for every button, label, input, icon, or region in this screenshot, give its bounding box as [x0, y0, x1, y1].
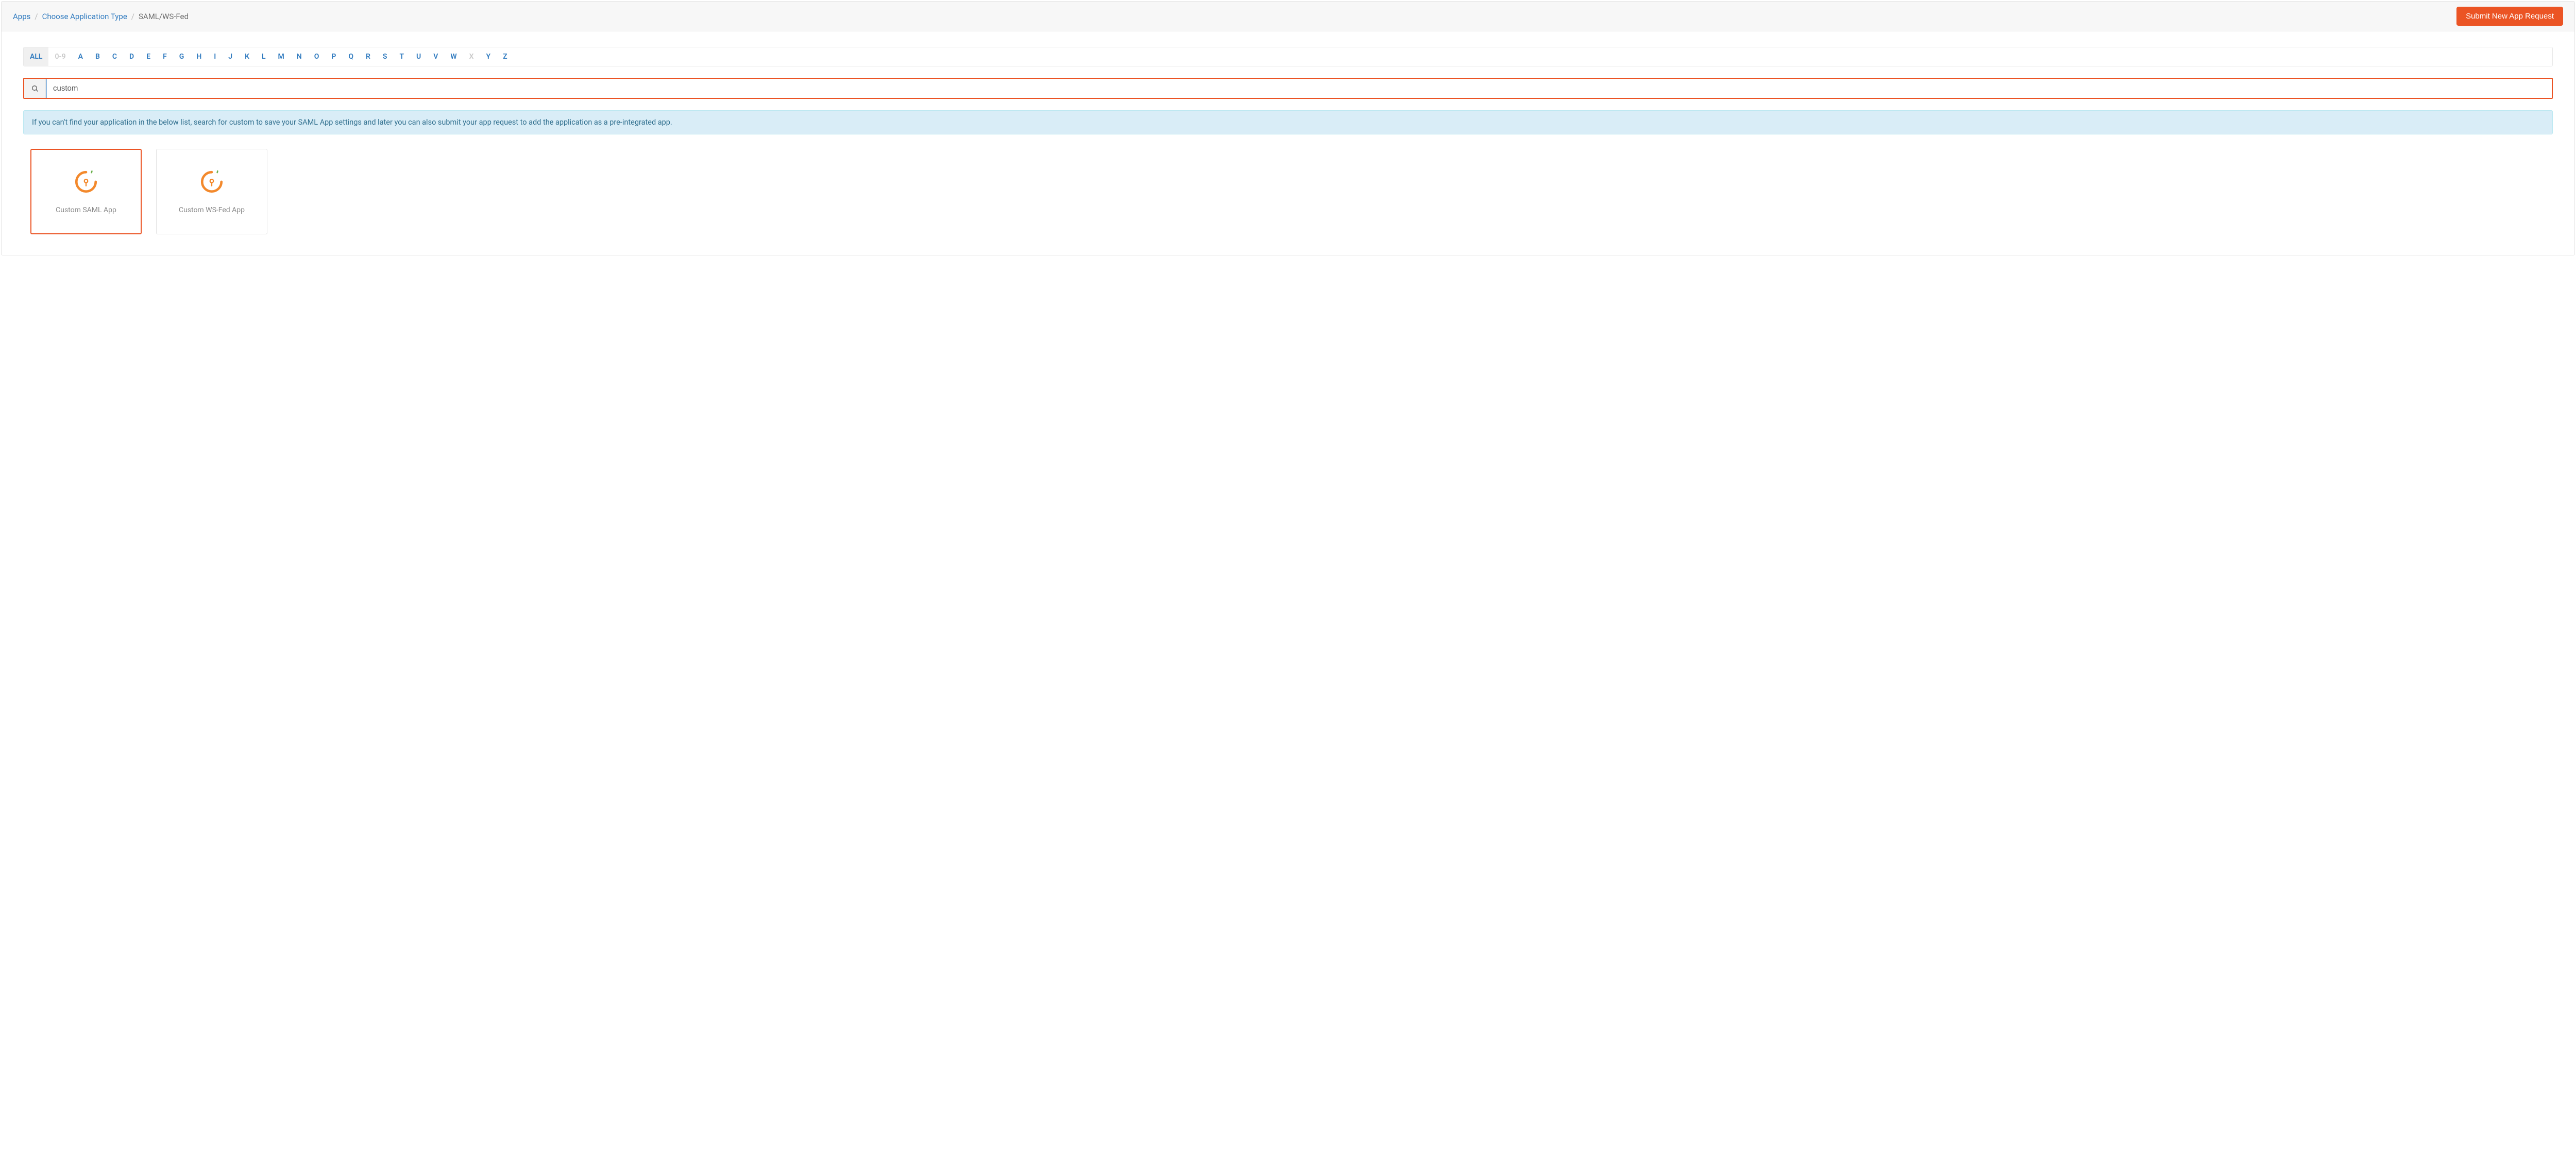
app-card-label: Custom SAML App — [56, 206, 116, 214]
alpha-q[interactable]: Q — [342, 47, 360, 66]
alpha-b[interactable]: B — [89, 47, 106, 66]
app-logo-icon — [199, 169, 225, 195]
breadcrumb-sep: / — [35, 12, 38, 21]
alpha-p[interactable]: P — [325, 47, 342, 66]
alpha-j[interactable]: J — [222, 47, 239, 66]
search-input[interactable] — [46, 79, 2552, 98]
breadcrumb: Apps / Choose Application Type / SAML/WS… — [13, 12, 189, 21]
alpha-z[interactable]: Z — [497, 47, 513, 66]
alpha-all[interactable]: ALL — [24, 47, 48, 66]
alpha-n[interactable]: N — [291, 47, 308, 66]
alpha-y[interactable]: Y — [480, 47, 497, 66]
alpha-g[interactable]: G — [173, 47, 191, 66]
breadcrumb-apps[interactable]: Apps — [13, 12, 30, 21]
app-logo-icon — [73, 169, 99, 195]
alpha-t[interactable]: T — [393, 47, 410, 66]
alpha-h[interactable]: H — [190, 47, 208, 66]
alpha-v[interactable]: V — [427, 47, 444, 66]
alpha-c[interactable]: C — [106, 47, 123, 66]
alpha-d[interactable]: D — [123, 47, 140, 66]
alpha-o[interactable]: O — [308, 47, 326, 66]
page-container: Apps / Choose Application Type / SAML/WS… — [1, 1, 2575, 255]
alpha-f[interactable]: F — [157, 47, 173, 66]
alpha-e[interactable]: E — [140, 47, 157, 66]
search-row — [23, 78, 2553, 99]
alpha-a[interactable]: A — [72, 47, 89, 66]
alpha-k[interactable]: K — [239, 47, 256, 66]
alpha-filter-row: ALL0-9ABCDEFGHIJKLMNOPQRSTUVWXYZ — [23, 47, 2553, 66]
alpha-x: X — [463, 47, 480, 66]
content-area: ALL0-9ABCDEFGHIJKLMNOPQRSTUVWXYZ If you … — [2, 31, 2574, 255]
search-icon — [24, 79, 46, 98]
alpha-w[interactable]: W — [444, 47, 463, 66]
breadcrumb-sep: / — [131, 12, 134, 21]
alpha-s[interactable]: S — [377, 47, 394, 66]
alpha-i[interactable]: I — [208, 47, 222, 66]
info-message: If you can't find your application in th… — [23, 110, 2553, 134]
breadcrumb-current: SAML/WS-Fed — [139, 12, 189, 21]
alpha-0-9: 0-9 — [48, 47, 72, 66]
app-card[interactable]: Custom SAML App — [30, 149, 142, 234]
app-card[interactable]: Custom WS-Fed App — [156, 149, 267, 234]
breadcrumb-choose-type[interactable]: Choose Application Type — [42, 12, 127, 21]
submit-new-app-button[interactable]: Submit New App Request — [2456, 7, 2563, 26]
alpha-l[interactable]: L — [256, 47, 272, 66]
alpha-m[interactable]: M — [272, 47, 291, 66]
header-bar: Apps / Choose Application Type / SAML/WS… — [2, 2, 2574, 31]
app-cards: Custom SAML App Custom WS-Fed App — [23, 149, 2553, 234]
alpha-u[interactable]: U — [410, 47, 427, 66]
alpha-r[interactable]: R — [360, 47, 377, 66]
app-card-label: Custom WS-Fed App — [179, 206, 245, 214]
